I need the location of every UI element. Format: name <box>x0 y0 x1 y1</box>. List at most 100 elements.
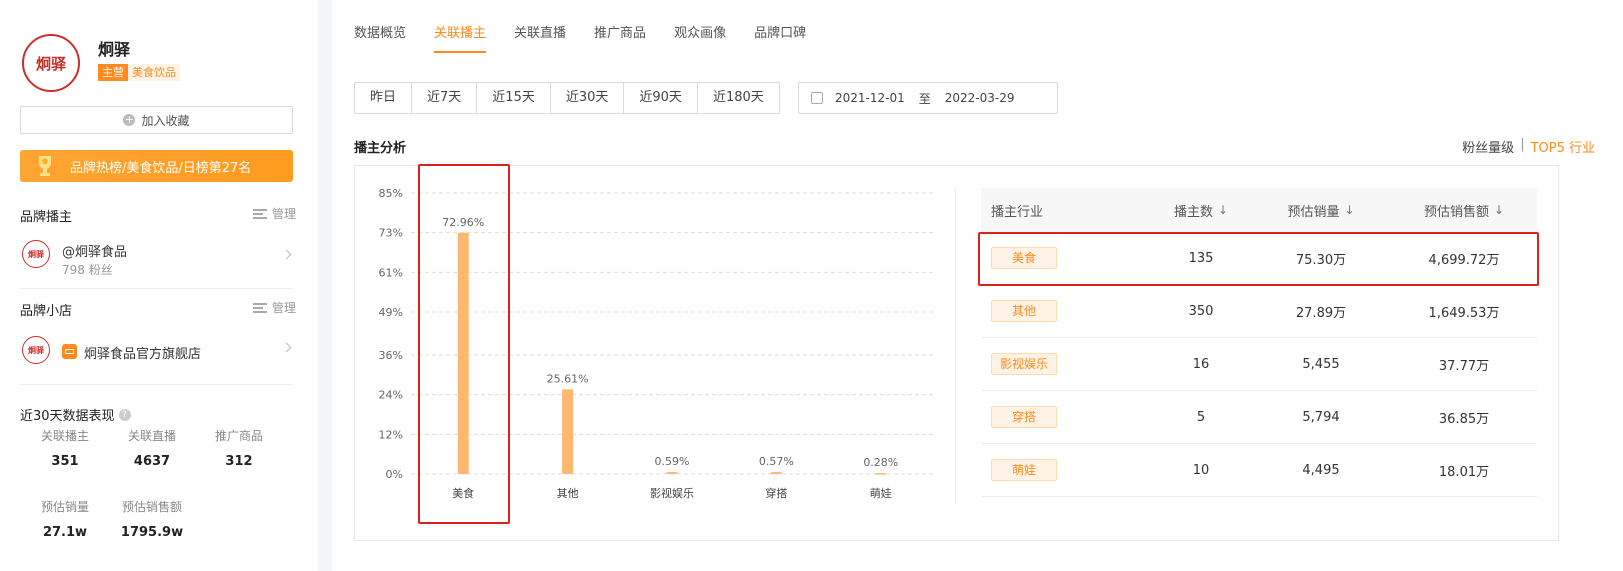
industry-bar-chart: 0% 12% 24% 36% 49% 61% 73% 85% 72.96% 美食 25.61% 其他 0… <box>379 187 933 500</box>
main-panel: 数据概览 关联播主 关联直播 推广商品 观众画像 品牌口碑 昨日 近7天 近15… <box>332 0 1623 571</box>
bar <box>457 232 469 474</box>
cell-revenue: 37.77万 <box>1438 358 1490 374</box>
list-icon <box>252 208 267 219</box>
link-separator: | <box>1520 137 1525 152</box>
link-top5-industry[interactable]: TOP5 行业 <box>1531 137 1595 156</box>
shop-name[interactable]: 炯驿食品官方旗舰店 <box>84 343 201 362</box>
x-tick-label: 美食 <box>452 486 474 500</box>
cell-revenue: 36.85万 <box>1438 411 1490 427</box>
anchor-section-title: 品牌播主 <box>20 210 73 225</box>
x-tick-label: 其他 <box>557 487 579 500</box>
table-row[interactable]: 美食 135 75.30万 4,699.72万 <box>981 232 1537 285</box>
bar-value-label: 25.61% <box>547 372 589 385</box>
trophy-icon <box>39 156 51 176</box>
date-range-group: 昨日 近7天 近15天 近30天 近90天 近180天 <box>354 82 780 114</box>
range-15d[interactable]: 近15天 <box>477 83 551 113</box>
cell-count: 135 <box>1188 250 1214 266</box>
range-30d[interactable]: 近30天 <box>551 83 625 113</box>
add-favorite-label: 加入收藏 <box>141 113 190 128</box>
bar-value-label: 72.96% <box>442 216 484 229</box>
industry-tag: 萌娃 <box>991 459 1057 481</box>
header-count[interactable]: 播主数 ↓ <box>1151 201 1251 220</box>
industry-tag: 影视娱乐 <box>991 353 1057 375</box>
stat-label: 关联播主 <box>40 429 89 443</box>
table-row[interactable]: 其他 350 27.89万 1,649.53万 <box>981 285 1537 338</box>
table-row[interactable]: 影视娱乐 16 5,455 37.77万 <box>981 338 1537 391</box>
stat-anchors: 关联播主 351 <box>20 427 110 469</box>
cell-count: 16 <box>1192 356 1210 372</box>
y-tick-label: 61% <box>379 266 403 279</box>
range-7d[interactable]: 近7天 <box>412 83 478 113</box>
date-start[interactable]: 2021-12-01 <box>835 91 905 105</box>
add-favorite-button[interactable]: + 加入收藏 <box>20 106 293 134</box>
anchor-manage-button[interactable]: 管理 <box>252 205 296 222</box>
stat-value: 351 <box>51 454 79 469</box>
stat-label: 预估销售额 <box>121 500 182 514</box>
table-row[interactable]: 穿搭 5 5,794 36.85万 <box>981 391 1537 444</box>
brand-tags: 主营 美食饮品 <box>98 64 180 81</box>
y-tick-label: 12% <box>379 428 403 441</box>
stat-label: 预估销量 <box>40 500 89 514</box>
header-industry: 播主行业 <box>981 201 1151 220</box>
cell-revenue: 18.01万 <box>1438 464 1490 480</box>
bar <box>666 472 678 474</box>
date-end[interactable]: 2022-03-29 <box>945 91 1015 105</box>
sort-down-icon[interactable]: ↓ <box>1218 203 1228 217</box>
table-row[interactable]: 萌娃 10 4,495 18.01万 <box>981 444 1537 497</box>
sort-down-icon[interactable]: ↓ <box>1344 203 1354 217</box>
range-yesterday[interactable]: 昨日 <box>355 83 413 113</box>
tab-products[interactable]: 推广商品 <box>594 22 646 53</box>
brand-logo: 炯驿 <box>22 34 80 92</box>
tab-reputation[interactable]: 品牌口碑 <box>754 22 806 53</box>
tab-anchors[interactable]: 关联播主 <box>434 22 487 53</box>
range-90d[interactable]: 近90天 <box>624 83 698 113</box>
cell-count: 350 <box>1188 303 1214 319</box>
shop-avatar: 炯驿 <box>22 336 50 364</box>
divider <box>20 384 293 385</box>
manage-label: 管理 <box>271 207 296 221</box>
analysis-switch: 粉丝量级 | TOP5 行业 <box>1462 137 1595 156</box>
y-tick-label: 73% <box>379 227 403 240</box>
table-header: 播主行业 播主数 ↓ 预估销量 ↓ 预估销售额 ↓ <box>981 188 1537 232</box>
date-range-picker[interactable]: 2021-12-01 至 2022-03-29 <box>798 82 1058 114</box>
chevron-right-icon[interactable] <box>281 342 292 353</box>
tab-bar: 数据概览 关联播主 关联直播 推广商品 观众画像 品牌口碑 <box>354 22 806 53</box>
info-icon[interactable]: ? <box>118 408 131 421</box>
tab-overview[interactable]: 数据概览 <box>354 22 406 53</box>
anchor-name[interactable]: @炯驿食品 <box>62 241 127 260</box>
shop-manage-button[interactable]: 管理 <box>252 299 296 316</box>
bar-value-label: 0.57% <box>759 455 794 468</box>
y-tick-label: 49% <box>379 306 403 319</box>
calendar-icon <box>811 92 823 104</box>
tab-lives[interactable]: 关联直播 <box>514 22 566 53</box>
range-180d[interactable]: 近180天 <box>698 83 779 113</box>
stats-title-label: 近30天数据表现 <box>20 409 115 424</box>
rank-banner-label: 品牌热榜/美食饮品/日榜第27名 <box>70 160 252 176</box>
shop-section-title: 品牌小店 <box>20 304 73 319</box>
y-tick-label: 24% <box>379 389 403 402</box>
header-sales[interactable]: 预估销量 ↓ <box>1251 201 1391 220</box>
x-tick-label: 萌娃 <box>870 486 892 500</box>
sidebar: 炯驿 炯驿 主营 美食饮品 + 加入收藏 品牌热榜/美食饮品/日榜第27名 品牌… <box>0 0 318 571</box>
rank-banner[interactable]: 品牌热榜/美食饮品/日榜第27名 <box>20 150 293 182</box>
header-revenue[interactable]: 预估销售额 ↓ <box>1391 201 1537 220</box>
y-tick-label: 85% <box>379 187 403 200</box>
header-label: 预估销售额 <box>1423 204 1489 220</box>
stat-value: 4637 <box>133 454 171 469</box>
divider <box>955 188 956 503</box>
y-tick-label: 36% <box>379 349 403 362</box>
chevron-right-icon[interactable] <box>281 249 292 260</box>
stat-label: 推广商品 <box>214 429 263 443</box>
y-tick-label: 0% <box>386 468 403 481</box>
shop-icon <box>62 344 77 359</box>
bar <box>562 389 574 474</box>
industry-tag: 穿搭 <box>991 406 1057 428</box>
sort-down-icon[interactable]: ↓ <box>1494 203 1504 217</box>
header-label: 播主数 <box>1173 204 1213 220</box>
link-fans-level[interactable]: 粉丝量级 <box>1462 137 1514 156</box>
cell-count: 10 <box>1192 462 1210 478</box>
cell-revenue: 1,649.53万 <box>1428 305 1500 321</box>
stats-title: 近30天数据表现 ? <box>20 405 131 424</box>
header-label: 预估销量 <box>1287 204 1340 220</box>
tab-audience[interactable]: 观众画像 <box>674 22 726 53</box>
